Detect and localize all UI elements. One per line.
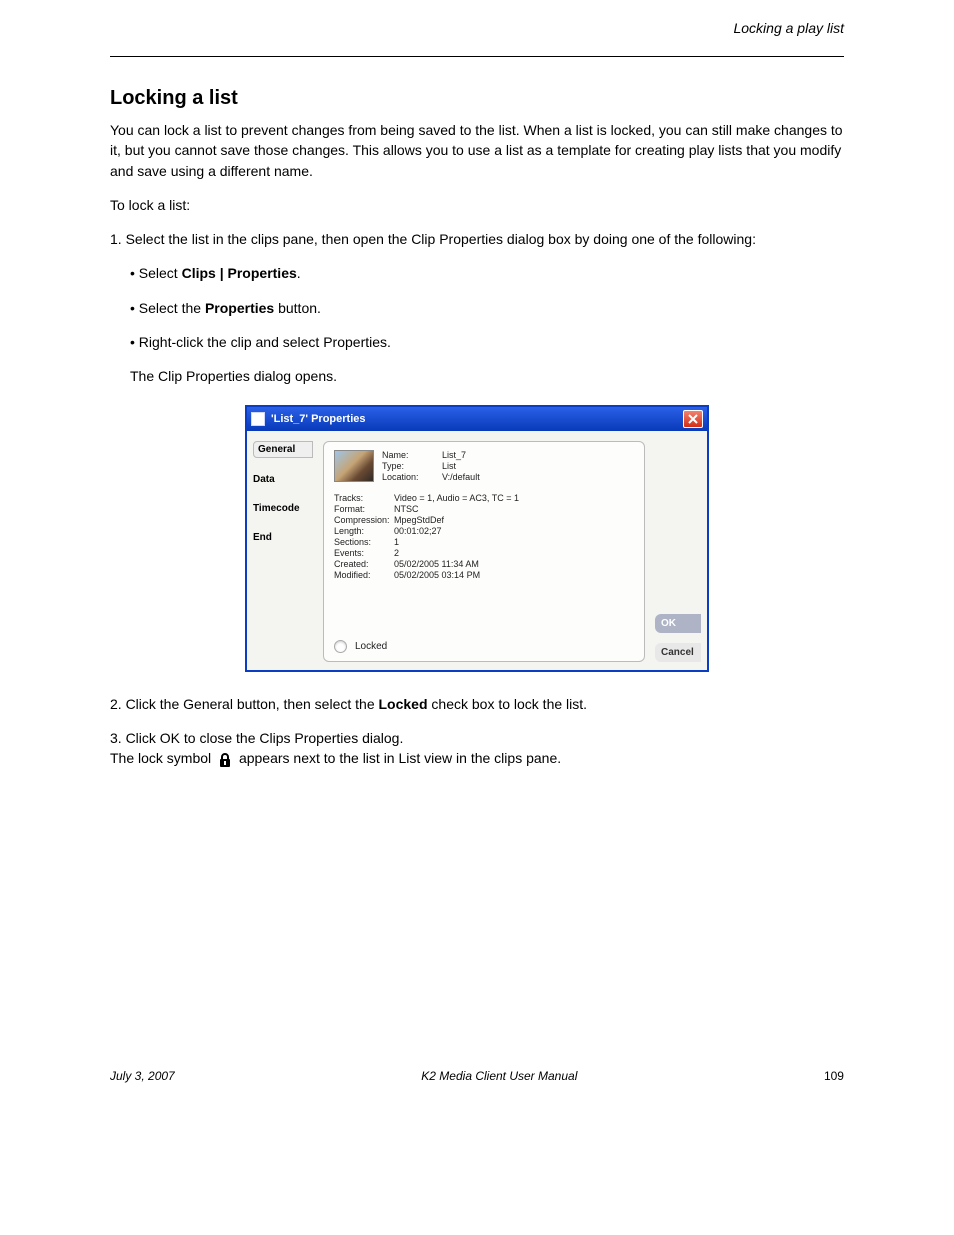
locked-row: Locked (334, 640, 634, 653)
close-icon[interactable] (683, 410, 703, 428)
text-fragment: appears next to the list in List view in… (239, 750, 561, 766)
to-lock-line: To lock a list: (110, 195, 844, 215)
value-format: NTSC (394, 504, 634, 514)
dialog-titlebar[interactable]: 'List_7' Properties (247, 407, 707, 431)
nav-timecode[interactable]: Timecode (253, 501, 313, 516)
step-1-intro: 1. Select the list in the clips pane, th… (110, 229, 844, 249)
page-footer: July 3, 2007 K2 Media Client User Manual… (110, 1069, 844, 1083)
value-compression: MpegStdDef (394, 515, 634, 525)
label-tracks: Tracks: (334, 493, 394, 503)
window-icon (251, 412, 265, 426)
general-pane: Name:List_7 Type:List Location:V:/defaul… (323, 441, 645, 662)
nav-data[interactable]: Data (253, 472, 313, 487)
step-1-bullet-1: • Select Clips | Properties. (130, 263, 844, 283)
label-length: Length: (334, 526, 394, 536)
text-fragment: • Select (130, 265, 182, 281)
dialog-nav: General Data Timecode End (253, 441, 313, 662)
label-name: Name: (382, 450, 442, 460)
footer-date: July 3, 2007 (110, 1069, 175, 1083)
section-title: Locking a list (110, 87, 844, 110)
locked-label: Locked (355, 641, 387, 652)
label-created: Created: (334, 559, 394, 569)
menu-path: Clips | Properties (182, 265, 297, 281)
text-fragment: • Select the (130, 300, 205, 316)
text-fragment: 2. Click the General button, then select… (110, 696, 379, 712)
value-tracks: Video = 1, Audio = AC3, TC = 1 (394, 493, 634, 503)
nav-end[interactable]: End (253, 530, 313, 545)
label-sections: Sections: (334, 537, 394, 547)
value-events: 2 (394, 548, 634, 558)
value-sections: 1 (394, 537, 634, 547)
text-fragment: 3. Click OK to close the Clips Propertie… (110, 730, 403, 746)
value-type: List (442, 461, 634, 471)
value-length: 00:01:02;27 (394, 526, 634, 536)
label-compression: Compression: (334, 515, 394, 525)
dialog-buttons: OK Cancel (655, 441, 701, 662)
label-type: Type: (382, 461, 442, 471)
value-modified: 05/02/2005 03:14 PM (394, 570, 634, 580)
step-1-result: The Clip Properties dialog opens. (130, 366, 844, 386)
text-fragment: . (297, 265, 301, 281)
properties-dialog: 'List_7' Properties General Data Timecod… (245, 405, 709, 672)
properties-word: Properties (205, 300, 274, 316)
text-fragment: button. (274, 300, 321, 316)
label-format: Format: (334, 504, 394, 514)
value-name: List_7 (442, 450, 634, 460)
label-events: Events: (334, 548, 394, 558)
footer-doc: K2 Media Client User Manual (421, 1069, 577, 1083)
step-1-bullet-3: • Right-click the clip and select Proper… (130, 332, 844, 352)
locked-word: Locked (379, 696, 428, 712)
footer-page: 109 (824, 1069, 844, 1083)
intro-paragraph: You can lock a list to prevent changes f… (110, 120, 844, 181)
lock-icon (217, 752, 233, 768)
header-rule (110, 56, 844, 57)
cancel-button[interactable]: Cancel (655, 643, 701, 662)
ok-button[interactable]: OK (655, 614, 701, 633)
text-fragment: check box to lock the list. (428, 696, 588, 712)
step-2: 2. Click the General button, then select… (110, 694, 844, 714)
label-modified: Modified: (334, 570, 394, 580)
clip-thumbnail (334, 450, 374, 482)
value-location: V:/default (442, 472, 634, 482)
step-3: 3. Click OK to close the Clips Propertie… (110, 728, 844, 769)
step-1-bullet-2: • Select the Properties button. (130, 298, 844, 318)
dialog-title: 'List_7' Properties (271, 413, 683, 425)
label-location: Location: (382, 472, 442, 482)
nav-general[interactable]: General (253, 441, 313, 458)
text-fragment: The lock symbol (110, 750, 215, 766)
locked-checkbox[interactable] (334, 640, 347, 653)
value-created: 05/02/2005 11:34 AM (394, 559, 634, 569)
page-header-right: Locking a play list (110, 20, 844, 36)
